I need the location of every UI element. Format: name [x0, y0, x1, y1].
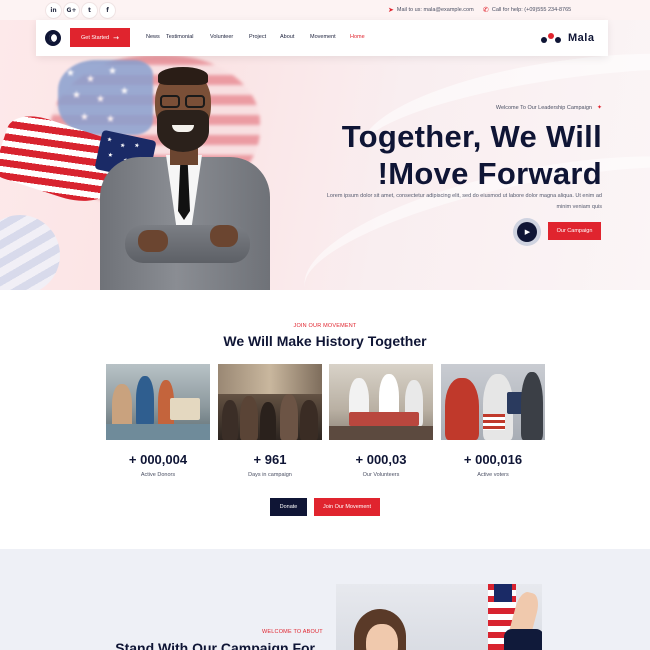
stat-label-volunteers: Our Volunteers — [362, 472, 400, 478]
nav-link-project[interactable]: Project — [249, 34, 266, 40]
send-icon: ➤ — [388, 6, 394, 14]
top-bar: in G+ t f ➤ Mail to us: mala@example.com… — [0, 0, 650, 20]
nav-link-home[interactable]: Home — [350, 34, 365, 40]
get-started-label: Get Started — [80, 34, 110, 41]
about-title: Stand With Our Campaign For — [115, 640, 315, 650]
stat-value-days: + 961 — [253, 452, 287, 467]
stat-value-volunteers: + 000,03 — [355, 452, 407, 467]
theme-toggle-icon[interactable] — [45, 30, 61, 46]
phone-contact[interactable]: ✆ Call for help: (+09)555 234-8765 — [483, 6, 571, 14]
donate-button[interactable]: Donate — [270, 498, 307, 516]
stat-value-voters: + 000,016 — [463, 452, 523, 467]
play-video-button[interactable]: ▶ — [513, 218, 541, 246]
donors-photo — [106, 364, 210, 440]
nav-link-testimonial[interactable]: Testimonial — [166, 34, 194, 40]
google-plus-icon[interactable]: G+ — [64, 3, 79, 18]
linkedin-icon[interactable]: in — [46, 3, 61, 18]
twitter-icon[interactable]: t — [82, 3, 97, 18]
phone-icon: ✆ — [483, 6, 489, 14]
about-section: WELCOME TO ABOUT Stand With Our Campaign… — [0, 549, 650, 650]
stat-label-voters: Active voters — [477, 472, 509, 478]
flag-corner-image — [0, 215, 60, 290]
hero-title-line1: Together, We Will — [341, 119, 602, 154]
play-icon: ▶ — [517, 222, 537, 242]
facebook-icon[interactable]: f — [100, 3, 115, 18]
stat-value-donors: + 000,004 — [128, 452, 188, 467]
nav-link-news[interactable]: News — [146, 34, 160, 40]
hero-title: Together, We Will !Move Forward — [282, 118, 602, 192]
nav-link-about[interactable]: About — [280, 34, 294, 40]
hero-section: ★★★ ★★★ ★★ ★★★ ★★★ Welcome To Our Leader… — [0, 20, 650, 290]
hero-welcome: Welcome To Our Leadership Campaign ✦ — [496, 104, 602, 111]
brand-logo[interactable]: Mala — [541, 31, 594, 45]
voters-photo — [441, 364, 545, 440]
logo-text: Mala — [568, 32, 595, 44]
candidate-photo — [100, 65, 270, 290]
movement-title: We Will Make History Together — [223, 333, 427, 349]
volunteers-photo — [329, 364, 433, 440]
star-icon: ✦ — [596, 104, 602, 111]
hero-description: Lorem ipsum dolor sit amet, consectetur … — [326, 193, 602, 210]
get-started-button[interactable]: Get Started → — [70, 28, 130, 47]
join-movement-button[interactable]: Join Our Movement — [314, 498, 380, 516]
hero-title-line2: !Move Forward — [377, 156, 602, 191]
main-navbar: Get Started → News Testimonial Volunteer… — [36, 20, 608, 56]
stat-label-days: Days in campaign — [248, 472, 292, 478]
nav-link-movement[interactable]: Movement — [310, 34, 336, 40]
our-campaign-button[interactable]: Our Campaign — [548, 222, 601, 240]
hero-welcome-text: Welcome To Our Leadership Campaign — [495, 104, 592, 111]
logo-mark-icon — [541, 31, 563, 45]
nav-link-volunteer[interactable]: Volunteer — [210, 34, 233, 40]
mail-contact[interactable]: ➤ Mail to us: mala@example.com — [388, 6, 474, 14]
phone-text: Call for help: (+09)555 234-8765 — [491, 7, 572, 13]
stat-label-donors: Active Donors — [140, 472, 176, 478]
about-kicker: WELCOME TO ABOUT — [262, 629, 323, 635]
arrow-right-icon: → — [113, 33, 119, 42]
about-photo — [336, 584, 542, 650]
mail-text: Mail to us: mala@example.com — [396, 7, 474, 13]
crowd-photo — [218, 364, 322, 440]
movement-kicker: JOIN OUR MOVEMENT — [293, 323, 357, 329]
